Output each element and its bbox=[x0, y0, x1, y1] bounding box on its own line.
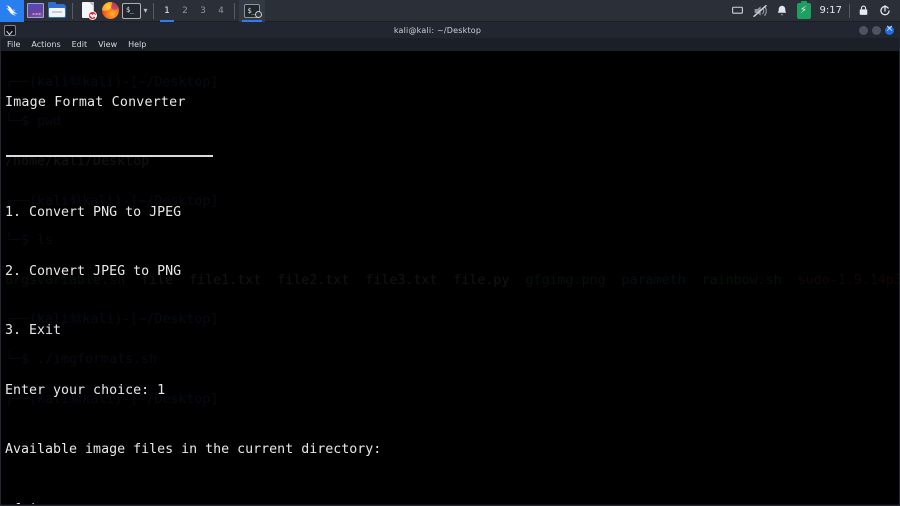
window-buttons bbox=[859, 24, 896, 35]
menu-edit[interactable]: Edit bbox=[72, 38, 88, 51]
display-icon[interactable] bbox=[727, 0, 749, 22]
tray-divider bbox=[849, 3, 850, 18]
maximize-button[interactable] bbox=[872, 25, 881, 35]
system-tray: ⚡ 9:17 bbox=[727, 0, 900, 22]
terminal-output-area[interactable]: ┌──(kali㉼kali)-[~/Desktop] └─$ pwd /home… bbox=[1, 51, 899, 504]
menu-view[interactable]: View bbox=[98, 38, 117, 51]
output-line-available: Available image files in the current dir… bbox=[5, 442, 382, 458]
close-button[interactable] bbox=[885, 24, 894, 35]
chevron-down-icon[interactable]: ▾ bbox=[143, 6, 147, 15]
menu-help[interactable]: Help bbox=[128, 38, 146, 51]
terminal-icon bbox=[4, 24, 16, 36]
lock-icon[interactable] bbox=[852, 0, 874, 22]
workspace-1[interactable]: 1 bbox=[158, 0, 176, 22]
app-grid-icon bbox=[26, 3, 44, 18]
heading-underline bbox=[6, 154, 213, 157]
battery-bolt-glyph: ⚡ bbox=[800, 4, 808, 16]
workspace-4[interactable]: 4 bbox=[212, 0, 230, 22]
menu-file[interactable]: File bbox=[7, 38, 20, 51]
workspace-label: 1 bbox=[164, 5, 170, 16]
output-line-filelist: gfgimg.png bbox=[5, 500, 899, 504]
document-icon bbox=[81, 2, 97, 20]
kali-dragon-icon bbox=[4, 2, 21, 19]
workspace-label: 4 bbox=[218, 5, 224, 16]
output-line-choice: Enter your choice: 1 bbox=[5, 382, 166, 398]
taskbar-left-group: $_ ▾ 1 2 3 4 $_ bbox=[0, 0, 265, 22]
taskbar: $_ ▾ 1 2 3 4 $_ ⚡ 9:17 bbox=[0, 0, 900, 22]
kali-menu-button[interactable] bbox=[0, 0, 24, 22]
terminal-launcher-button[interactable]: $_ ▾ bbox=[121, 0, 149, 22]
battery-charging-icon[interactable]: ⚡ bbox=[793, 0, 815, 22]
menu-bar: File Actions Edit View Help bbox=[1, 38, 899, 51]
folder-icon bbox=[48, 1, 66, 18]
window-titlebar[interactable]: kali@kali: ~/Desktop bbox=[1, 22, 899, 38]
minimize-button[interactable] bbox=[859, 25, 868, 35]
firefox-button[interactable] bbox=[99, 0, 121, 22]
terminal-heading: Image Format Converter bbox=[5, 94, 186, 110]
bell-icon[interactable] bbox=[771, 0, 793, 22]
taskbar-divider-3 bbox=[234, 2, 235, 19]
workspace-2[interactable]: 2 bbox=[176, 0, 194, 22]
terminal-icon: $_ bbox=[122, 2, 142, 19]
workspace-label: 2 bbox=[182, 5, 188, 16]
text-editor-button[interactable] bbox=[77, 0, 99, 22]
window-title: kali@kali: ~/Desktop bbox=[393, 25, 482, 35]
terminal-window: kali@kali: ~/Desktop File Actions Edit V… bbox=[0, 22, 900, 506]
speaker-muted-icon[interactable] bbox=[749, 0, 771, 22]
taskbar-divider bbox=[72, 2, 73, 19]
file-manager-button[interactable] bbox=[46, 0, 68, 22]
desktop-screen: $_ ▾ 1 2 3 4 $_ ⚡ 9:17 kali@kali: ~/Desk… bbox=[0, 0, 900, 506]
terminal-session-text: Image Format Converter 1. Convert PNG to… bbox=[5, 53, 899, 504]
terminal-window-task-button[interactable]: $_ bbox=[239, 0, 265, 22]
show-desktop-button[interactable] bbox=[24, 0, 46, 22]
taskbar-divider-2 bbox=[153, 2, 154, 19]
menu-option-3: 3. Exit bbox=[5, 323, 62, 339]
gear-icon bbox=[255, 10, 262, 18]
clock[interactable]: 9:17 bbox=[815, 5, 847, 16]
menu-option-1: 1. Convert PNG to JPEG bbox=[5, 204, 182, 220]
menu-option-2: 2. Convert JPEG to PNG bbox=[5, 263, 182, 279]
menu-actions[interactable]: Actions bbox=[31, 38, 60, 51]
workspace-3[interactable]: 3 bbox=[194, 0, 212, 22]
logout-icon[interactable] bbox=[874, 0, 896, 22]
firefox-icon bbox=[101, 2, 119, 19]
workspace-label: 3 bbox=[200, 5, 206, 16]
